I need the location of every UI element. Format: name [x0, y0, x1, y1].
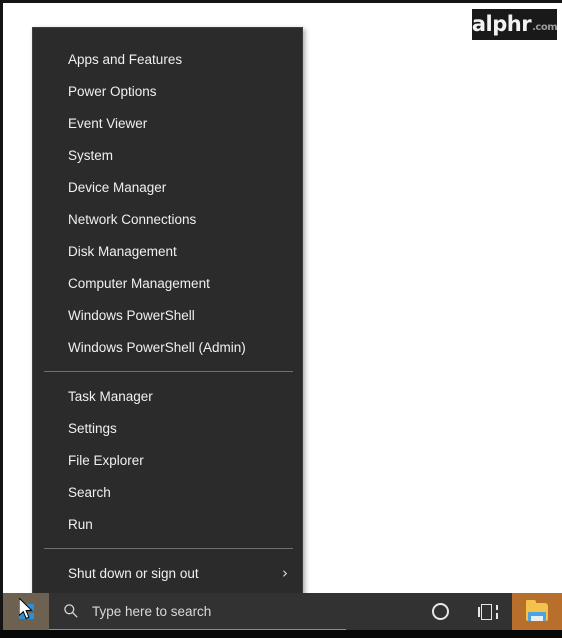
menu-item-search[interactable]: Search: [33, 476, 302, 508]
menu-item-label: Settings: [68, 420, 117, 436]
frame-edge-bottom: [0, 630, 562, 638]
taskbar: Type here to search: [3, 593, 562, 630]
menu-item-label: Windows PowerShell (Admin): [68, 339, 246, 355]
cortana-button[interactable]: [416, 593, 464, 630]
search-input[interactable]: Type here to search: [49, 593, 346, 630]
menu-item-network-connections[interactable]: Network Connections: [33, 203, 302, 235]
menu-item-power-options[interactable]: Power Options: [33, 75, 302, 107]
menu-item-label: Device Manager: [68, 179, 167, 195]
menu-item-label: System: [68, 147, 114, 163]
menu-item-disk-management[interactable]: Disk Management: [33, 235, 302, 267]
frame-edge-left: [0, 0, 3, 638]
start-button[interactable]: [3, 593, 49, 630]
menu-item-label: Search: [68, 484, 111, 500]
menu-item-label: Windows PowerShell: [68, 307, 195, 323]
menu-item-shut-down-or-sign-out[interactable]: Shut down or sign out ›: [33, 557, 302, 589]
watermark-tld: .com: [532, 21, 558, 33]
task-view-icon: [478, 603, 498, 620]
alphr-watermark: alphr .com: [471, 9, 558, 40]
winx-power-user-menu[interactable]: Apps and Features Power Options Event View…: [32, 27, 303, 611]
chevron-right-icon: ›: [282, 563, 288, 582]
menu-item-computer-management[interactable]: Computer Management: [33, 267, 302, 299]
menu-item-run[interactable]: Run: [33, 508, 302, 540]
search-icon: [63, 603, 79, 619]
menu-item-label: Disk Management: [68, 243, 177, 259]
menu-item-event-viewer[interactable]: Event Viewer: [33, 107, 302, 139]
menu-separator: [44, 371, 293, 372]
menu-item-label: Computer Management: [68, 275, 210, 291]
menu-item-label: Run: [68, 516, 93, 532]
search-placeholder-text: Type here to search: [92, 603, 212, 619]
menu-item-system[interactable]: System: [33, 139, 302, 171]
watermark-brand: alphr: [471, 12, 532, 36]
menu-item-label: Network Connections: [68, 211, 197, 227]
cortana-circle-icon: [431, 603, 449, 620]
menu-group: Apps and Features Power Options Event View…: [33, 28, 302, 363]
menu-item-label: Power Options: [68, 83, 157, 99]
task-view-button[interactable]: [464, 593, 512, 630]
menu-item-windows-powershell-admin[interactable]: Windows PowerShell (Admin): [33, 331, 302, 363]
menu-group: Task Manager Settings File Explorer Search R…: [33, 380, 302, 540]
menu-item-task-manager[interactable]: Task Manager: [33, 380, 302, 412]
menu-item-label: Shut down or sign out: [68, 565, 199, 581]
windows-logo-icon: [18, 604, 34, 619]
menu-separator: [44, 548, 293, 549]
menu-item-label: File Explorer: [68, 452, 144, 468]
menu-item-device-manager[interactable]: Device Manager: [33, 171, 302, 203]
menu-item-settings[interactable]: Settings: [33, 412, 302, 444]
file-explorer-icon: [526, 599, 548, 621]
screen-root: alphr .com Apps and Features Power Option…: [0, 0, 562, 638]
menu-item-windows-powershell[interactable]: Windows PowerShell: [33, 299, 302, 331]
menu-item-label: Event Viewer: [68, 115, 148, 131]
menu-item-file-explorer[interactable]: File Explorer: [33, 444, 302, 476]
menu-item-label: Apps and Features: [68, 51, 183, 67]
frame-edge-top: [0, 0, 562, 3]
menu-item-label: Task Manager: [68, 388, 153, 404]
file-explorer-button[interactable]: [512, 593, 562, 630]
menu-item-apps-and-features[interactable]: Apps and Features: [33, 43, 302, 75]
